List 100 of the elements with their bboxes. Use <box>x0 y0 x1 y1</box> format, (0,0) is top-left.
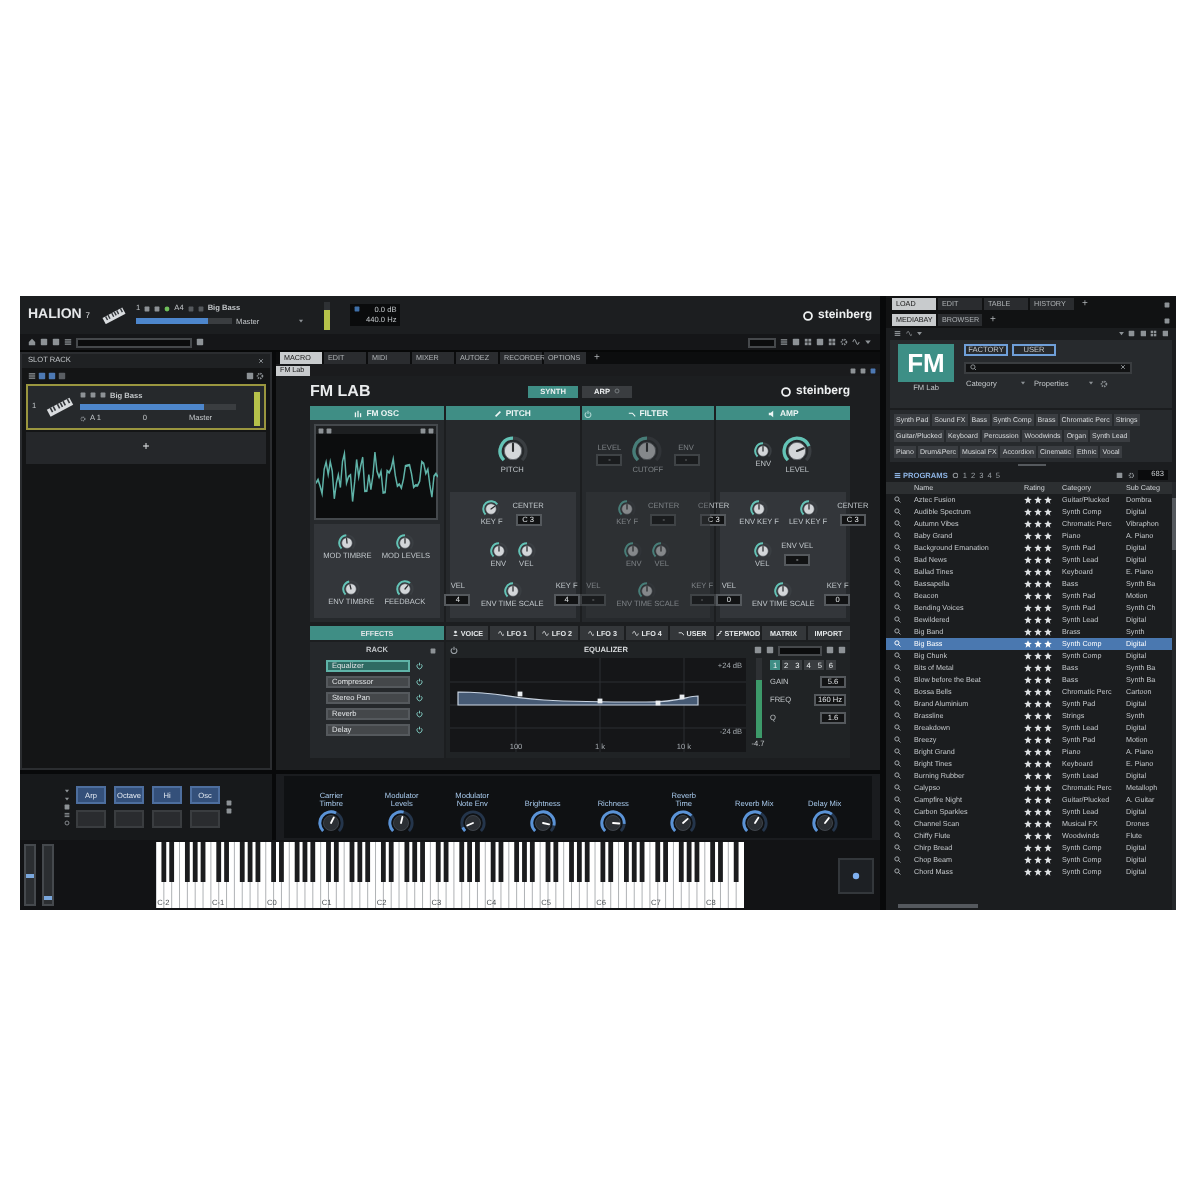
settings-icon[interactable] <box>1127 471 1134 479</box>
search-field[interactable] <box>964 361 1132 373</box>
close-icon[interactable] <box>1120 364 1126 370</box>
square-icon[interactable] <box>838 646 846 654</box>
search-icon <box>894 760 901 768</box>
search-icon <box>894 604 901 612</box>
square-icon[interactable] <box>1116 471 1123 479</box>
square-icon[interactable] <box>1161 330 1168 338</box>
power-icon[interactable] <box>416 710 423 718</box>
toolbar-field[interactable] <box>748 337 776 347</box>
power-icon[interactable] <box>416 726 423 734</box>
knob[interactable] <box>799 500 817 519</box>
search-icon <box>894 868 901 876</box>
search-icon <box>894 688 901 696</box>
knob[interactable] <box>489 541 508 560</box>
search-icon <box>894 844 901 852</box>
search-icon <box>894 796 901 804</box>
dot-button[interactable] <box>838 857 874 893</box>
knob[interactable] <box>750 500 769 519</box>
mod-wheel[interactable] <box>42 844 54 906</box>
power-icon[interactable] <box>450 646 458 654</box>
search-icon <box>894 628 901 636</box>
search-icon <box>894 544 901 552</box>
knob[interactable] <box>517 541 536 560</box>
settings-icon[interactable] <box>256 372 264 380</box>
band-handle[interactable] <box>597 698 603 704</box>
knob[interactable] <box>342 579 361 598</box>
grid-icon[interactable] <box>828 338 836 346</box>
settings-icon[interactable] <box>840 338 848 346</box>
search-icon <box>894 568 901 576</box>
pencil-icon <box>493 409 502 417</box>
settings-icon[interactable] <box>1100 379 1108 388</box>
square-icon[interactable] <box>196 338 204 346</box>
square-icon[interactable] <box>754 646 762 654</box>
wave-icon[interactable] <box>905 330 912 338</box>
power-icon[interactable] <box>416 694 423 702</box>
grid-icon[interactable] <box>1150 330 1157 338</box>
wave-icon[interactable] <box>852 338 860 346</box>
dot-icon <box>852 871 860 879</box>
wave-icon <box>587 629 595 637</box>
search-icon <box>894 640 901 648</box>
settings-icon[interactable] <box>80 415 86 422</box>
knob[interactable] <box>396 534 415 553</box>
square-icon[interactable] <box>48 372 56 380</box>
caret-icon[interactable] <box>864 338 872 346</box>
square-icon[interactable] <box>40 338 48 346</box>
search-icon <box>894 808 901 816</box>
power-icon[interactable] <box>416 678 423 686</box>
square-icon[interactable] <box>816 338 824 346</box>
square-icon[interactable] <box>792 338 800 346</box>
knob[interactable] <box>388 810 415 836</box>
home-icon[interactable] <box>28 338 36 346</box>
band-handle[interactable] <box>679 694 685 700</box>
knob[interactable] <box>753 541 772 560</box>
search-icon <box>894 676 901 684</box>
square-icon[interactable] <box>1128 330 1135 338</box>
knob[interactable] <box>338 534 357 553</box>
scrollbar[interactable] <box>1172 482 1176 910</box>
preset-field[interactable] <box>778 645 822 655</box>
slot-volume-slider[interactable] <box>80 404 236 410</box>
volume-slider[interactable] <box>136 318 233 325</box>
input-field[interactable] <box>76 337 192 347</box>
grid-icon[interactable] <box>804 338 812 346</box>
pitch-wheel[interactable] <box>24 844 36 906</box>
list-icon[interactable] <box>28 372 36 380</box>
knob[interactable] <box>754 442 773 461</box>
knob[interactable] <box>318 810 345 836</box>
knob[interactable] <box>459 810 486 836</box>
list-icon[interactable] <box>64 812 70 818</box>
search-icon <box>894 520 901 528</box>
square-icon[interactable] <box>38 372 46 380</box>
search-icon <box>894 724 901 732</box>
square-icon[interactable] <box>826 646 834 654</box>
search-icon <box>970 363 977 371</box>
list-icon[interactable] <box>64 338 72 346</box>
ring-icon[interactable] <box>64 820 70 826</box>
close-icon[interactable] <box>258 358 264 364</box>
power-icon[interactable] <box>416 662 423 670</box>
square-icon[interactable] <box>1139 330 1146 338</box>
search-icon <box>894 820 901 828</box>
knob[interactable] <box>503 581 522 600</box>
band-handle[interactable] <box>517 691 523 697</box>
knob[interactable] <box>497 436 528 467</box>
search-icon <box>894 856 901 864</box>
band-handle[interactable] <box>655 700 661 706</box>
list-icon[interactable] <box>780 338 788 346</box>
square-icon[interactable] <box>52 338 60 346</box>
wave-icon <box>632 629 640 637</box>
knob[interactable] <box>774 581 793 600</box>
square-icon[interactable] <box>766 646 774 654</box>
search-icon <box>894 700 901 708</box>
square-icon[interactable] <box>246 372 254 380</box>
knob[interactable] <box>811 810 838 836</box>
knob[interactable] <box>741 810 768 836</box>
search-icon <box>894 664 901 672</box>
square-icon[interactable] <box>58 372 66 380</box>
list-icon <box>894 471 901 479</box>
ring-icon[interactable] <box>951 471 959 479</box>
knob[interactable] <box>632 436 663 467</box>
person-icon <box>451 629 459 637</box>
